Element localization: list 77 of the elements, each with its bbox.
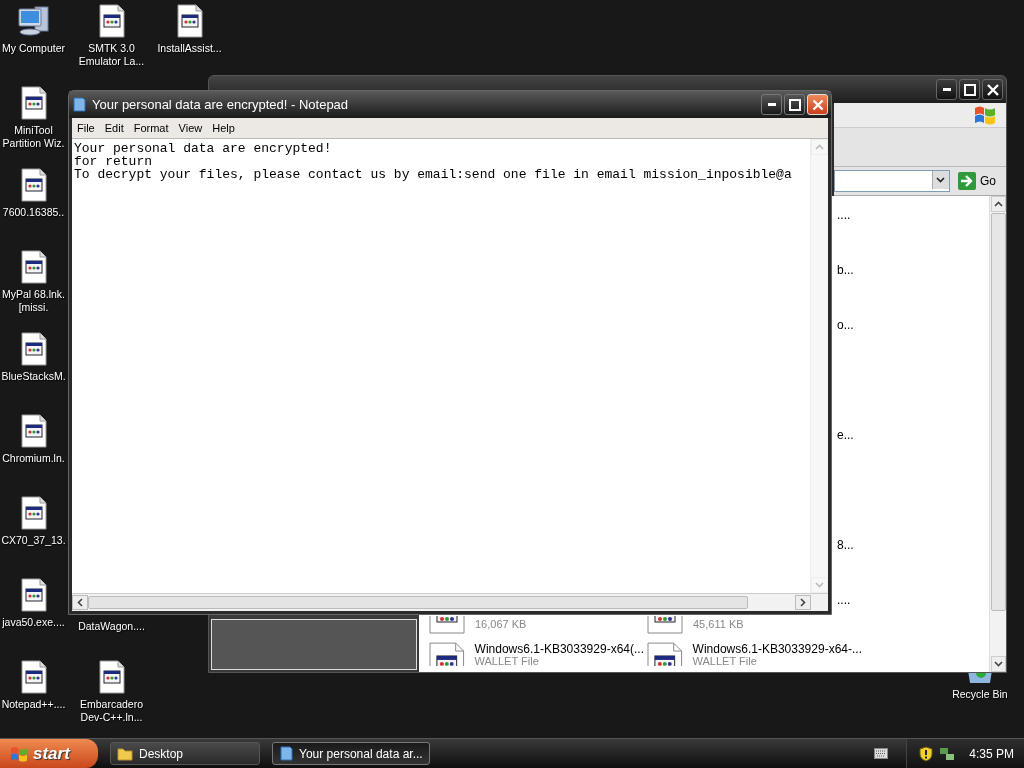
- file-name[interactable]: ....: [837, 208, 851, 222]
- window-title: Your personal data are encrypted! - Notepad: [92, 97, 349, 112]
- file-icon[interactable]: [175, 4, 204, 38]
- file-size: 45,611 KB: [693, 617, 744, 631]
- minimize-icon: [767, 103, 776, 106]
- clock[interactable]: 4:35 PM: [969, 746, 1014, 761]
- icon-label[interactable]: Embarcadero Dev-C++.ln...: [78, 698, 145, 724]
- file-icon[interactable]: [429, 616, 465, 634]
- file-icon[interactable]: [19, 578, 48, 612]
- file-icon[interactable]: [647, 616, 683, 634]
- start-button[interactable]: start: [0, 739, 98, 768]
- horizontal-scrollbar[interactable]: [72, 593, 828, 611]
- icon-label[interactable]: SMTK 3.0 Emulator La...: [78, 42, 145, 68]
- file-icon[interactable]: [97, 660, 126, 694]
- icon-label[interactable]: Recycle Bin: [952, 688, 1008, 701]
- minimize-button[interactable]: [761, 94, 782, 115]
- shield-icon[interactable]: [919, 745, 934, 762]
- folder-icon: [117, 746, 133, 761]
- icon-label[interactable]: Chromium.ln.: [2, 452, 65, 465]
- icon-label[interactable]: My Computer: [2, 42, 65, 55]
- computer-icon[interactable]: [16, 4, 51, 38]
- notepad-icon: [72, 97, 86, 112]
- icon-label[interactable]: Notepad++....: [1, 698, 66, 711]
- close-icon: [811, 98, 824, 111]
- file-icon[interactable]: [19, 86, 48, 120]
- menu-item[interactable]: View: [173, 122, 208, 134]
- file-icon[interactable]: [19, 250, 48, 284]
- file-icon[interactable]: [647, 642, 683, 666]
- file-name[interactable]: Windows6.1-KB3033929-x64(...: [474, 643, 644, 655]
- menu-item[interactable]: Format: [128, 122, 174, 134]
- file-icon[interactable]: [429, 642, 465, 666]
- icon-label[interactable]: MyPal 68.lnk.[missi.: [0, 288, 67, 314]
- icon-label[interactable]: MiniTool Partition Wiz.: [0, 124, 67, 150]
- vertical-scrollbar[interactable]: [989, 196, 1006, 672]
- file-name[interactable]: e...: [837, 428, 854, 442]
- file-name[interactable]: 8...: [837, 538, 854, 552]
- file-icon[interactable]: [19, 660, 48, 694]
- file-type: WALLET File: [474, 655, 539, 667]
- file-name[interactable]: b...: [837, 263, 854, 277]
- icon-label[interactable]: DataWagon....: [78, 620, 145, 633]
- keyboard-icon[interactable]: [874, 748, 889, 759]
- go-button[interactable]: Go: [954, 172, 1000, 190]
- menu-item[interactable]: Help: [207, 122, 240, 134]
- address-field[interactable]: [834, 170, 950, 192]
- maximize-icon: [963, 83, 976, 96]
- file-icon[interactable]: [19, 496, 48, 530]
- file-name[interactable]: o...: [837, 318, 854, 332]
- taskbar-button[interactable]: Desktop: [110, 742, 260, 765]
- icon-label[interactable]: BlueStacksM.: [1, 370, 66, 383]
- maximize-button[interactable]: [784, 94, 805, 115]
- arrow-icon: [958, 172, 976, 190]
- file-icon[interactable]: [97, 4, 126, 38]
- file-size: 16,067 KB: [475, 617, 527, 631]
- icon-label[interactable]: InstallAssist...: [157, 42, 222, 55]
- minimize-icon: [942, 88, 951, 91]
- file-name[interactable]: ....: [837, 593, 851, 607]
- file-type: WALLET File: [692, 655, 758, 667]
- maximize-button[interactable]: [959, 79, 980, 100]
- file-icon[interactable]: [19, 168, 48, 202]
- close-icon: [986, 83, 999, 96]
- icon-label[interactable]: 7600.16385..: [2, 206, 65, 219]
- network-icon[interactable]: [939, 746, 956, 761]
- notepad-icon: [279, 746, 293, 761]
- vertical-scrollbar[interactable]: [810, 139, 828, 593]
- taskbar-button[interactable]: Your personal data ar...: [272, 742, 430, 765]
- menu-item[interactable]: Edit: [99, 122, 129, 134]
- file-name[interactable]: Windows6.1-KB3033929-x64-...: [692, 643, 862, 655]
- windows-logo-icon: [974, 105, 996, 125]
- file-icon[interactable]: [19, 332, 48, 366]
- file-icon[interactable]: [19, 414, 48, 448]
- minimize-button[interactable]: [936, 79, 957, 100]
- maximize-icon: [788, 98, 801, 111]
- icon-label[interactable]: CX70_37_13.: [1, 534, 66, 547]
- icon-label[interactable]: java50.exe....: [2, 616, 65, 629]
- close-button[interactable]: [982, 79, 1003, 100]
- windows-logo-icon: [10, 745, 28, 762]
- menu-item[interactable]: File: [72, 122, 100, 134]
